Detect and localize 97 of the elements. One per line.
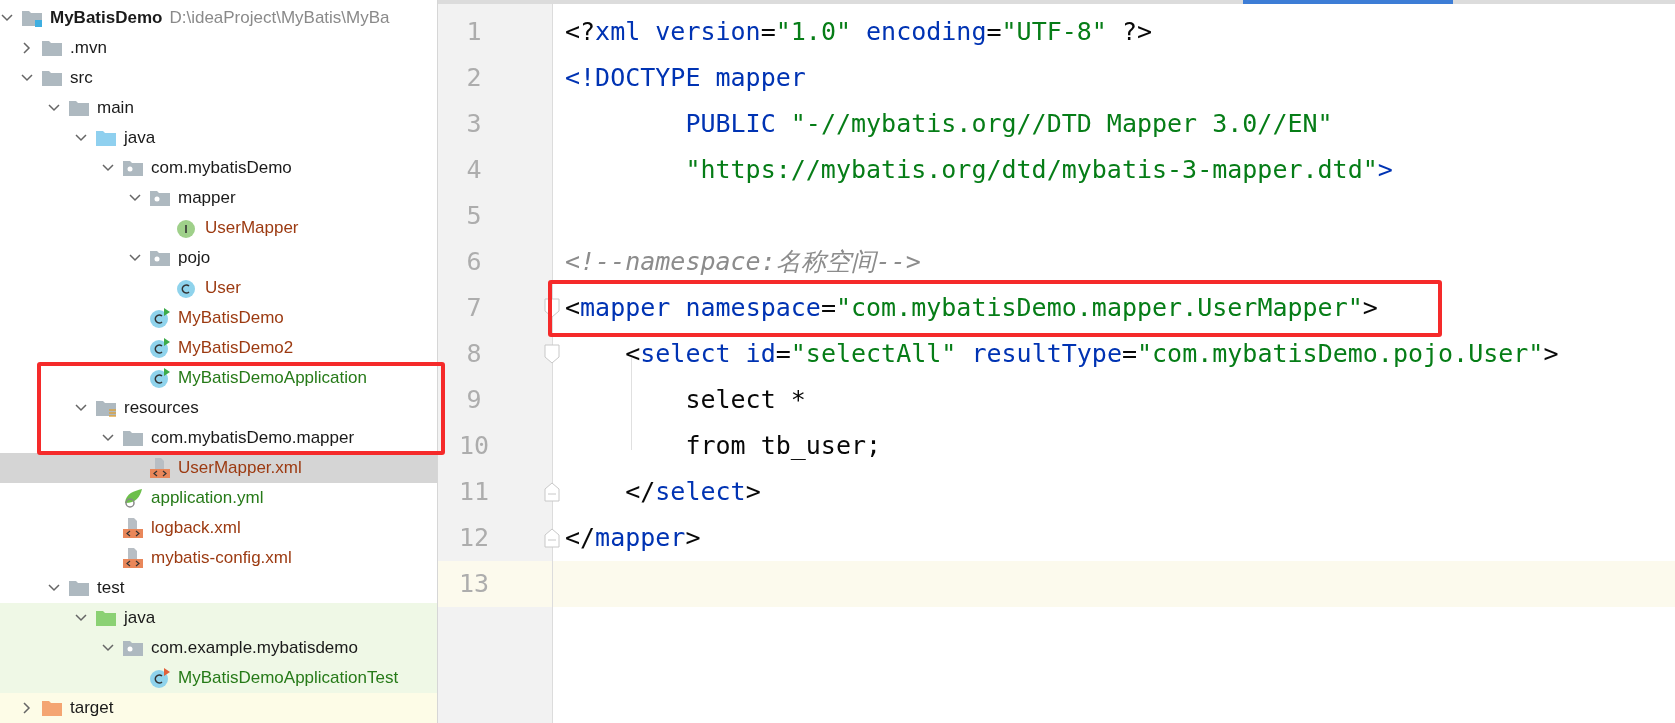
tree-row[interactable]: java: [0, 603, 437, 633]
code-line: </select>: [624, 476, 761, 509]
tree-row[interactable]: com.mybatisDemo: [0, 153, 437, 183]
folder-icon: [95, 128, 117, 148]
code-line: PUBLIC "-//mybatis.org//DTD Mapper 3.0//EN": [684, 108, 1333, 141]
class-icon: [176, 277, 198, 299]
tree-label: java: [124, 127, 156, 150]
line-number: 5: [465, 200, 483, 233]
line-number: 4: [465, 154, 483, 187]
tree-row[interactable]: target: [0, 693, 437, 723]
folder-icon: [41, 68, 63, 88]
tree-row[interactable]: application.yml: [0, 483, 437, 513]
class-icon: [149, 667, 171, 689]
tree-row[interactable]: pojo: [0, 243, 437, 273]
code-line: "https://mybatis.org/dtd/mybatis-3-mapper.dtd">: [684, 154, 1393, 187]
interface-icon: [176, 217, 198, 239]
folder-icon: [68, 578, 90, 598]
folder-icon: [95, 608, 117, 628]
line-number: 7: [465, 292, 483, 325]
line-number: 2: [465, 62, 483, 95]
tree-row[interactable]: MyBatisDemo: [0, 303, 437, 333]
folder-icon: [95, 398, 117, 418]
code-line: <mapper namespace="com.mybatisDemo.mapper.UserMapper">: [565, 292, 1378, 325]
line-number: 12: [457, 522, 491, 555]
package-icon: [149, 188, 171, 208]
tree-label: mybatis-config.xml: [151, 547, 292, 570]
code-line: select *: [684, 384, 806, 417]
code-line: </mapper>: [565, 522, 701, 555]
tree-row[interactable]: src: [0, 63, 437, 93]
line-number: 13: [457, 568, 491, 601]
tree-row[interactable]: com.example.mybatisdemo: [0, 633, 437, 663]
tree-label: java: [124, 607, 156, 630]
module-icon: [21, 8, 43, 28]
tree-row[interactable]: MyBatisDemoApplication: [0, 363, 437, 393]
tree-label: mapper: [178, 187, 236, 210]
tree-row[interactable]: main: [0, 93, 437, 123]
class-icon: [149, 367, 171, 389]
tree-label: MyBatisDemo2: [178, 337, 294, 360]
line-number: 10: [457, 430, 491, 463]
folder-icon: [68, 98, 90, 118]
tree-row[interactable]: com.mybatisDemo.mapper: [0, 423, 437, 453]
tree-label: com.mybatisDemo: [151, 157, 292, 180]
tree-row[interactable]: mybatis-config.xml: [0, 543, 437, 573]
code-line: <?xml version="1.0" encoding="UTF-8" ?>: [565, 16, 1153, 49]
tree-row[interactable]: User: [0, 273, 437, 303]
code-line: <!DOCTYPE mapper: [565, 62, 806, 95]
code-line: <!--namespace:名称空间-->: [565, 246, 921, 279]
tree-label: MyBatisDemoApplicationTest: [178, 667, 399, 690]
class-icon: [149, 307, 171, 329]
xml-file-icon: [149, 457, 171, 479]
tree-label: UserMapper.xml: [178, 457, 302, 480]
line-number: 11: [457, 476, 491, 509]
tree-label: User: [205, 277, 241, 300]
package-icon: [149, 248, 171, 268]
class-icon: [149, 337, 171, 359]
tree-label: MyBatisDemoApplication: [178, 367, 367, 390]
line-number: 6: [465, 246, 483, 279]
line-number: 9: [465, 384, 483, 417]
tree-label: resources: [124, 397, 199, 420]
tree-row[interactable]: .mvn: [0, 33, 437, 63]
tree-row[interactable]: test: [0, 573, 437, 603]
tree-label: src: [70, 67, 93, 90]
tree-label: .mvn: [70, 37, 107, 60]
folder-icon: [41, 698, 63, 718]
tree-row[interactable]: logback.xml: [0, 513, 437, 543]
project-path: D:\ideaProject\MyBatis\MyBa: [169, 7, 390, 30]
tree-row[interactable]: MyBatisDemo2: [0, 333, 437, 363]
code-line: <select id="selectAll" resultType="com.mybatisDemo.pojo.User">: [624, 338, 1559, 371]
tree-row[interactable]: java: [0, 123, 437, 153]
tree-label: main: [97, 97, 134, 120]
tree-row[interactable]: mapper: [0, 183, 437, 213]
tree-row[interactable]: MyBatisDemoApplicationTest: [0, 663, 437, 693]
tree-row[interactable]: resources: [0, 393, 437, 423]
xml-file-icon: [122, 547, 144, 569]
code-line: from tb_user;: [684, 430, 882, 463]
tree-label: test: [97, 577, 125, 600]
line-number: 1: [465, 16, 483, 49]
xml-file-icon: [122, 517, 144, 539]
leaf-file-icon: [122, 487, 144, 509]
tree-label: MyBatisDemo: [178, 307, 284, 330]
package-icon: [122, 638, 144, 658]
folder-icon: [122, 428, 144, 448]
tree-row[interactable]: MyBatisDemo D:\ideaProject\MyBatis\MyBa: [0, 3, 437, 33]
folder-icon: [41, 38, 63, 58]
tree-label: target: [70, 697, 114, 720]
tree-label: UserMapper: [205, 217, 299, 240]
tree-label: application.yml: [151, 487, 264, 510]
tree-row[interactable]: UserMapper.xml: [0, 453, 437, 483]
tree-row[interactable]: UserMapper: [0, 213, 437, 243]
line-number: 8: [465, 338, 483, 371]
package-icon: [122, 158, 144, 178]
line-number: 3: [465, 108, 483, 141]
tree-label: com.mybatisDemo.mapper: [151, 427, 355, 450]
tree-label: MyBatisDemo: [50, 7, 163, 30]
tree-label: com.example.mybatisdemo: [151, 637, 358, 660]
tree-label: logback.xml: [151, 517, 241, 540]
tree-label: pojo: [178, 247, 211, 270]
